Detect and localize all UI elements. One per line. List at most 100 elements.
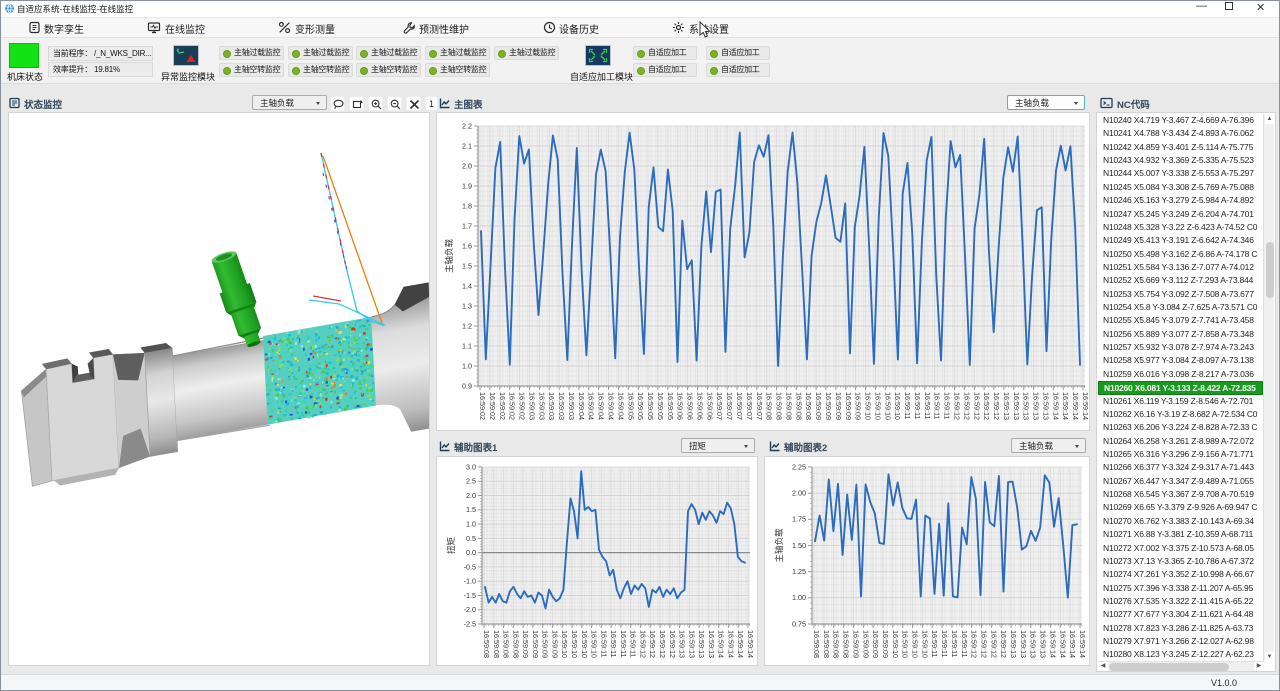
svg-text:16:59:05: 16:59:05 — [636, 392, 645, 420]
svg-text:16:59:12: 16:59:12 — [953, 392, 962, 420]
svg-text:16:59:08: 16:59:08 — [794, 392, 803, 420]
svg-text:16:59:11: 16:59:11 — [599, 630, 608, 657]
svg-text:16:59:06: 16:59:06 — [696, 392, 705, 420]
svg-text:0.9: 0.9 — [462, 381, 472, 390]
svg-text:16:59:07: 16:59:07 — [735, 392, 744, 420]
svg-text:2.0: 2.0 — [466, 491, 476, 500]
svg-text:16:59:13: 16:59:13 — [1002, 392, 1011, 420]
svg-text:16:59:11: 16:59:11 — [933, 392, 942, 419]
svg-text:16:59:13: 16:59:13 — [707, 630, 716, 658]
svg-text:16:59:08: 16:59:08 — [842, 630, 851, 658]
svg-text:16:59:08: 16:59:08 — [775, 392, 784, 420]
svg-text:16:59:08: 16:59:08 — [765, 392, 774, 420]
svg-text:1.5: 1.5 — [462, 261, 472, 270]
svg-text:16:59:10: 16:59:10 — [590, 630, 599, 658]
svg-text:16:59:10: 16:59:10 — [873, 392, 882, 420]
svg-text:2.5: 2.5 — [466, 477, 476, 486]
svg-text:16:59:03: 16:59:03 — [567, 392, 576, 420]
svg-text:16:59:10: 16:59:10 — [883, 392, 892, 420]
svg-text:16:59:13: 16:59:13 — [1039, 630, 1048, 658]
svg-text:16:59:10: 16:59:10 — [864, 392, 873, 420]
svg-text:16:59:14: 16:59:14 — [1071, 392, 1080, 420]
svg-text:2.25: 2.25 — [792, 462, 806, 471]
svg-text:16:59:11: 16:59:11 — [940, 630, 949, 657]
svg-text:16:59:14: 16:59:14 — [726, 630, 735, 658]
svg-text:16:59:12: 16:59:12 — [658, 630, 667, 658]
svg-text:16:59:10: 16:59:10 — [920, 630, 929, 658]
svg-text:16:59:02: 16:59:02 — [508, 392, 517, 420]
svg-text:2.1: 2.1 — [462, 141, 472, 150]
svg-text:16:59:09: 16:59:09 — [854, 392, 863, 420]
svg-text:16:59:09: 16:59:09 — [531, 630, 540, 658]
svg-text:16:59:10: 16:59:10 — [570, 630, 579, 658]
svg-text:16:59:08: 16:59:08 — [784, 392, 793, 420]
svg-text:1.25: 1.25 — [792, 567, 806, 576]
svg-text:1.7: 1.7 — [462, 221, 472, 230]
svg-text:主轴负载: 主轴负载 — [774, 528, 784, 563]
svg-text:16:59:08: 16:59:08 — [812, 630, 821, 658]
svg-text:16:59:12: 16:59:12 — [668, 630, 677, 658]
svg-text:1.0: 1.0 — [462, 361, 472, 370]
svg-text:16:59:11: 16:59:11 — [609, 630, 618, 657]
svg-text:16:59:14: 16:59:14 — [1068, 630, 1077, 658]
svg-text:16:59:04: 16:59:04 — [616, 392, 625, 420]
svg-text:16:59:02: 16:59:02 — [498, 392, 507, 420]
svg-text:16:59:12: 16:59:12 — [980, 630, 989, 658]
svg-text:0.0: 0.0 — [466, 548, 476, 557]
svg-text:16:59:09: 16:59:09 — [824, 392, 833, 420]
svg-text:-1.5: -1.5 — [464, 591, 476, 600]
svg-text:3.0: 3.0 — [466, 462, 476, 471]
svg-text:1.3: 1.3 — [462, 301, 472, 310]
svg-text:16:59:03: 16:59:03 — [547, 392, 556, 420]
svg-text:16:59:11: 16:59:11 — [930, 630, 939, 657]
svg-text:16:59:06: 16:59:06 — [686, 392, 695, 420]
svg-text:16:59:12: 16:59:12 — [648, 630, 657, 658]
svg-text:0.5: 0.5 — [466, 534, 476, 543]
svg-text:16:59:08: 16:59:08 — [804, 392, 813, 420]
svg-text:16:59:10: 16:59:10 — [891, 630, 900, 658]
svg-text:16:59:02: 16:59:02 — [518, 392, 527, 420]
svg-text:1.50: 1.50 — [792, 541, 806, 550]
svg-text:16:59:04: 16:59:04 — [607, 392, 616, 420]
svg-text:1.5: 1.5 — [466, 505, 476, 514]
svg-text:16:59:06: 16:59:06 — [705, 392, 714, 420]
svg-text:16:59:12: 16:59:12 — [982, 392, 991, 420]
svg-text:2.2: 2.2 — [462, 121, 472, 130]
svg-text:16:59:12: 16:59:12 — [972, 392, 981, 420]
svg-text:16:59:07: 16:59:07 — [725, 392, 734, 420]
svg-text:扭矩: 扭矩 — [446, 537, 456, 555]
svg-text:16:59:08: 16:59:08 — [482, 630, 491, 658]
svg-text:-2.5: -2.5 — [464, 619, 476, 628]
svg-text:16:59:09: 16:59:09 — [521, 630, 530, 658]
svg-text:16:59:10: 16:59:10 — [911, 630, 920, 658]
svg-text:16:59:04: 16:59:04 — [577, 392, 586, 420]
svg-text:16:59:13: 16:59:13 — [1009, 630, 1018, 658]
svg-text:16:59:09: 16:59:09 — [871, 630, 880, 658]
svg-text:16:59:02: 16:59:02 — [488, 392, 497, 420]
svg-text:16:59:11: 16:59:11 — [950, 630, 959, 657]
svg-text:16:59:13: 16:59:13 — [1019, 630, 1028, 658]
svg-text:16:59:12: 16:59:12 — [999, 630, 1008, 658]
svg-text:-2.0: -2.0 — [464, 605, 476, 614]
svg-text:1.8: 1.8 — [462, 201, 472, 210]
svg-text:16:59:12: 16:59:12 — [992, 392, 1001, 420]
svg-text:16:59:10: 16:59:10 — [580, 630, 589, 658]
svg-text:16:59:13: 16:59:13 — [678, 630, 687, 658]
svg-text:16:59:02: 16:59:02 — [478, 392, 487, 420]
svg-text:16:59:05: 16:59:05 — [646, 392, 655, 420]
svg-text:16:59:10: 16:59:10 — [560, 630, 569, 658]
svg-text:-0.5: -0.5 — [464, 562, 476, 571]
svg-text:16:59:09: 16:59:09 — [541, 630, 550, 658]
svg-text:-1.0: -1.0 — [464, 577, 476, 586]
svg-text:16:59:11: 16:59:11 — [960, 630, 969, 657]
svg-text:16:59:05: 16:59:05 — [626, 392, 635, 420]
svg-text:16:59:14: 16:59:14 — [746, 630, 755, 658]
svg-text:16:59:05: 16:59:05 — [656, 392, 665, 420]
svg-text:16:59:13: 16:59:13 — [1029, 630, 1038, 658]
svg-text:16:59:09: 16:59:09 — [834, 392, 843, 420]
svg-text:16:59:07: 16:59:07 — [745, 392, 754, 420]
svg-text:16:59:14: 16:59:14 — [736, 630, 745, 658]
svg-text:1.00: 1.00 — [792, 593, 806, 602]
svg-text:2.00: 2.00 — [792, 489, 806, 498]
svg-text:16:59:11: 16:59:11 — [903, 392, 912, 419]
